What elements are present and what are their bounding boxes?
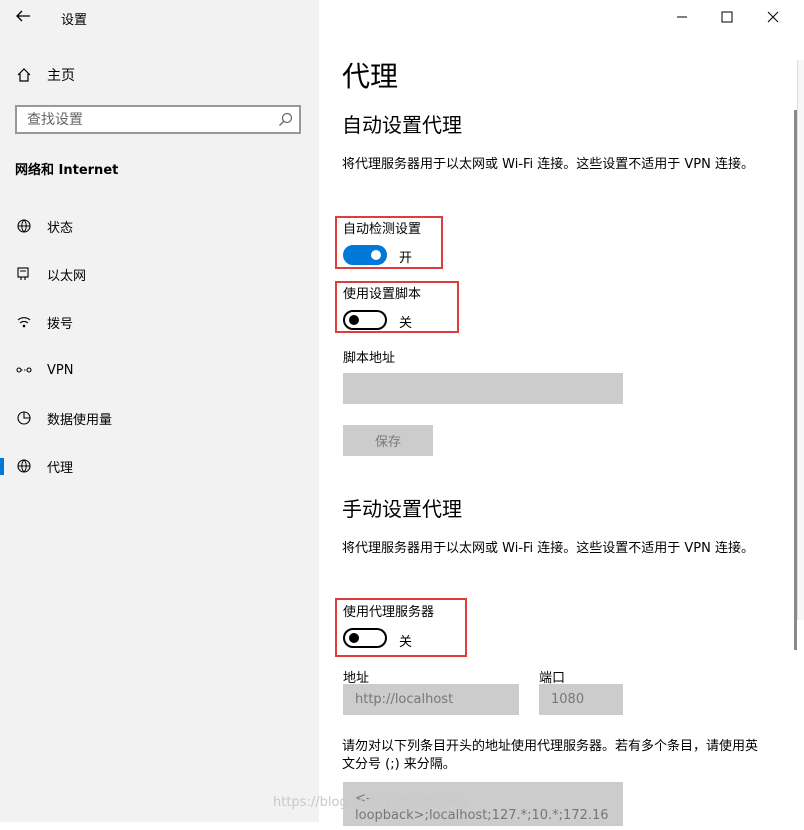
auto-detect-label: 自动检测设置 xyxy=(343,222,422,237)
script-address-label: 脚本地址 xyxy=(343,351,396,366)
sidebar-item-label: VPN xyxy=(47,362,74,378)
sidebar-item-label: 拨号 xyxy=(47,316,74,332)
toggle-knob xyxy=(371,250,381,260)
sidebar-item-label: 状态 xyxy=(47,220,74,236)
save-button[interactable]: 保存 xyxy=(343,425,433,456)
use-proxy-toggle[interactable] xyxy=(343,628,387,648)
back-arrow-icon[interactable] xyxy=(14,7,32,25)
toggle-knob xyxy=(349,633,359,643)
home-icon xyxy=(17,68,31,82)
watermark: https://blog.csdn.net/lningwei xyxy=(273,795,467,810)
maximize-icon[interactable] xyxy=(714,4,740,30)
setup-script-label: 使用设置脚本 xyxy=(343,287,422,302)
globe-status-icon xyxy=(17,219,31,233)
search-input[interactable] xyxy=(17,107,267,132)
address-input[interactable] xyxy=(343,684,519,715)
data-usage-icon xyxy=(17,411,31,425)
toggle-knob xyxy=(349,315,359,325)
use-proxy-label: 使用代理服务器 xyxy=(343,605,435,620)
active-indicator xyxy=(0,458,4,475)
sidebar-item-ethernet[interactable]: 以太网 xyxy=(0,259,319,289)
port-field[interactable] xyxy=(539,684,623,715)
search-icon[interactable] xyxy=(278,112,293,127)
auto-proxy-heading: 自动设置代理 xyxy=(342,113,462,137)
vpn-icon xyxy=(16,367,32,373)
port-input[interactable] xyxy=(539,684,623,715)
setup-script-toggle[interactable] xyxy=(343,310,387,330)
minimize-icon[interactable] xyxy=(669,4,695,30)
search-box[interactable] xyxy=(15,105,301,134)
auto-detect-state: 开 xyxy=(399,251,413,266)
sidebar-item-dialup[interactable]: 拨号 xyxy=(0,307,319,337)
globe-icon xyxy=(17,459,31,473)
home-nav-item[interactable]: 主页 xyxy=(16,64,75,86)
close-icon[interactable] xyxy=(760,4,786,30)
sidebar-item-label: 代理 xyxy=(47,460,74,476)
main-content: 代理 自动设置代理 将代理服务器用于以太网或 Wi-Fi 连接。这些设置不适用于… xyxy=(319,0,804,826)
dialup-icon xyxy=(17,317,31,328)
sidebar-item-proxy[interactable]: 代理 xyxy=(0,451,319,481)
manual-proxy-description: 将代理服务器用于以太网或 Wi-Fi 连接。这些设置不适用于 VPN 连接。 xyxy=(342,541,755,556)
script-address-input[interactable] xyxy=(343,373,623,404)
background-window-edge xyxy=(797,60,804,620)
script-address-field[interactable] xyxy=(343,373,623,404)
auto-detect-toggle[interactable] xyxy=(343,245,387,265)
use-proxy-state: 关 xyxy=(399,635,413,650)
sidebar-item-data-usage[interactable]: 数据使用量 xyxy=(0,403,319,433)
app-title: 设置 xyxy=(61,13,88,28)
sidebar-item-status[interactable]: 状态 xyxy=(0,211,319,241)
auto-proxy-description: 将代理服务器用于以太网或 Wi-Fi 连接。这些设置不适用于 VPN 连接。 xyxy=(342,157,755,172)
exceptions-description: 请勿对以下列条目开头的地址使用代理服务器。若有多个条目，请使用英文分号 (;) … xyxy=(342,739,759,772)
setup-script-state: 关 xyxy=(399,316,413,331)
home-label: 主页 xyxy=(47,68,75,84)
sidebar-item-vpn[interactable]: VPN xyxy=(0,355,319,385)
sidebar: 设置 主页 网络和 Internet 状态 以太网 拨号 xyxy=(0,0,319,822)
manual-proxy-heading: 手动设置代理 xyxy=(342,497,462,521)
page-title: 代理 xyxy=(342,60,399,93)
ethernet-icon xyxy=(17,267,29,280)
section-title: 网络和 Internet xyxy=(15,163,119,178)
sidebar-item-label: 数据使用量 xyxy=(47,412,113,428)
sidebar-item-label: 以太网 xyxy=(47,268,87,284)
address-field[interactable] xyxy=(343,684,519,715)
